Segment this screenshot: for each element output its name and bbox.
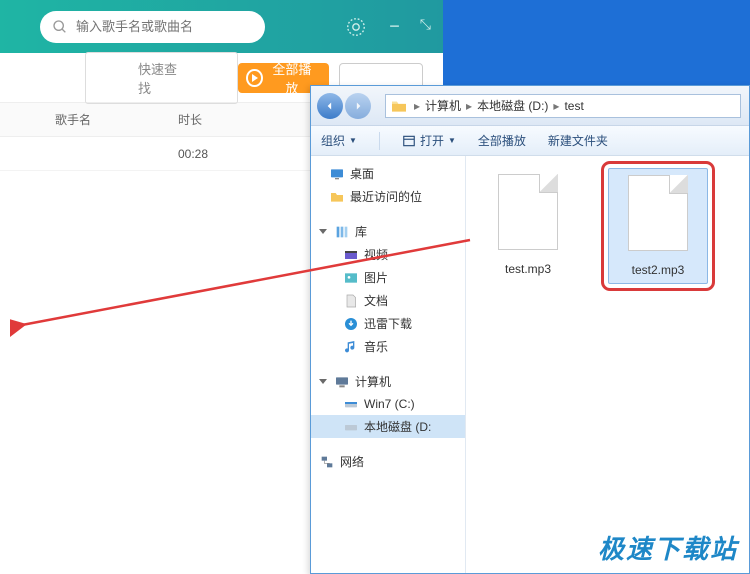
window-icon <box>402 134 416 148</box>
header-controls: − ⤡ <box>341 12 431 42</box>
arrow-left-icon <box>323 99 337 113</box>
arrow-right-icon <box>351 99 365 113</box>
file-thumbnail <box>623 175 693 255</box>
minimize-button[interactable]: − <box>389 16 400 37</box>
file-item[interactable]: test.mp3 <box>478 168 578 282</box>
file-label: test.mp3 <box>484 262 572 276</box>
explorer-toolbar: 组织 ▼ 打开 ▼ 全部播放 新建文件夹 <box>311 126 749 156</box>
play-all-label: 全部播放 <box>269 59 315 97</box>
header-duration: 时长 <box>140 111 260 128</box>
documents-icon <box>343 293 359 309</box>
file-thumbnail <box>493 174 563 254</box>
tree-item-music[interactable]: 音乐 <box>311 335 465 358</box>
search-input[interactable] <box>76 19 246 34</box>
desktop-icon <box>329 166 345 182</box>
drive-icon <box>343 396 359 412</box>
cell-duration: 00:28 <box>140 147 260 161</box>
file-explorer-window: ▸ 计算机 ▸ 本地磁盘 (D:) ▸ test 组织 ▼ 打开 ▼ 全部播放 … <box>310 85 750 574</box>
window-controls: − ⤡ <box>389 16 431 37</box>
breadcrumb-sep: ▸ <box>464 99 474 113</box>
breadcrumb-sep: ▸ <box>551 99 561 113</box>
tree-item-documents[interactable]: 文档 <box>311 289 465 312</box>
desktop-background <box>443 0 750 85</box>
navigation-pane: 桌面 最近访问的位 库 视频 图片 文档 迅雷下载 音乐 <box>311 156 466 573</box>
tree-item-libraries[interactable]: 库 <box>311 220 465 243</box>
file-label: test2.mp3 <box>615 263 701 277</box>
breadcrumb-seg[interactable]: 计算机 <box>422 97 464 114</box>
toolbar-new-folder[interactable]: 新建文件夹 <box>548 132 608 149</box>
expand-icon <box>319 229 327 234</box>
explorer-titlebar: ▸ 计算机 ▸ 本地磁盘 (D:) ▸ test <box>311 86 749 126</box>
search-box[interactable] <box>40 11 265 43</box>
toolbar-play-all[interactable]: 全部播放 <box>478 132 526 149</box>
pin-button[interactable]: ⤡ <box>420 16 431 37</box>
play-icon <box>246 69 262 87</box>
header-artist: 歌手名 <box>0 111 140 128</box>
nav-back-button[interactable] <box>317 93 343 119</box>
drive-icon <box>343 419 359 435</box>
library-icon <box>334 224 350 240</box>
tree-item-video[interactable]: 视频 <box>311 243 465 266</box>
network-icon <box>319 454 335 470</box>
expand-icon <box>319 379 327 384</box>
toolbar-organize[interactable]: 组织 ▼ <box>321 132 357 149</box>
tree-item-computer[interactable]: 计算机 <box>311 370 465 393</box>
quick-find-button[interactable]: 快速查找 <box>85 52 238 104</box>
computer-icon <box>334 374 350 390</box>
address-bar[interactable]: ▸ 计算机 ▸ 本地磁盘 (D:) ▸ test <box>385 94 741 118</box>
pictures-icon <box>343 270 359 286</box>
nav-buttons <box>311 93 377 119</box>
tree-item-network[interactable]: 网络 <box>311 450 465 473</box>
toolbar-separator <box>379 132 380 150</box>
search-icon <box>52 19 68 35</box>
toolbar-open[interactable]: 打开 ▼ <box>402 132 456 149</box>
breadcrumb-seg[interactable]: test <box>561 99 586 113</box>
tree-item-pictures[interactable]: 图片 <box>311 266 465 289</box>
file-pane[interactable]: test.mp3 test2.mp3 <box>466 156 749 573</box>
file-item[interactable]: test2.mp3 <box>608 168 708 284</box>
download-icon <box>343 316 359 332</box>
tree-item-desktop[interactable]: 桌面 <box>311 162 465 185</box>
breadcrumb-sep: ▸ <box>412 99 422 113</box>
breadcrumb-seg[interactable]: 本地磁盘 (D:) <box>474 97 551 114</box>
tree-item-d-drive[interactable]: 本地磁盘 (D: <box>311 415 465 438</box>
video-icon <box>343 247 359 263</box>
explorer-body: 桌面 最近访问的位 库 视频 图片 文档 迅雷下载 音乐 <box>311 156 749 573</box>
music-app-header: − ⤡ <box>0 0 443 53</box>
recent-icon <box>329 189 345 205</box>
watermark: 极速下载站 <box>598 529 738 566</box>
music-icon <box>343 339 359 355</box>
tree-item-recent[interactable]: 最近访问的位 <box>311 185 465 208</box>
folder-icon <box>390 99 408 113</box>
tree-item-c-drive[interactable]: Win7 (C:) <box>311 393 465 415</box>
gear-icon <box>345 16 367 38</box>
tree-item-xunlei[interactable]: 迅雷下载 <box>311 312 465 335</box>
nav-forward-button[interactable] <box>345 93 371 119</box>
settings-button[interactable] <box>341 12 371 42</box>
